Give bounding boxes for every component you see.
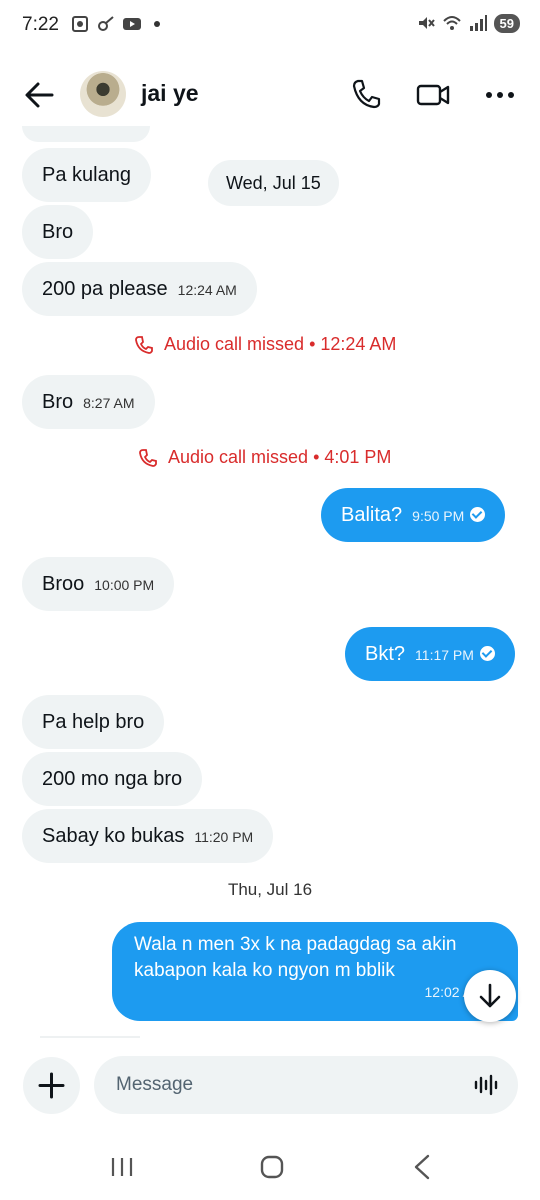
system-navigation-bar: [0, 1140, 540, 1200]
message-incoming[interactable]: Pa help bro: [22, 695, 165, 749]
message-time: 12:24 AM: [177, 282, 237, 298]
tool-icon: [98, 16, 114, 31]
home-icon[interactable]: [259, 1154, 285, 1180]
message-text: Bro: [42, 391, 74, 413]
more-options-icon[interactable]: [484, 82, 516, 108]
missed-call-icon: [139, 448, 157, 467]
mute-icon: [418, 17, 435, 29]
date-separator: Thu, Jul 16: [227, 880, 313, 899]
missed-call-icon: [135, 335, 153, 354]
message-outgoing[interactable]: Wala n men 3x k na padagdag sa akin kaba…: [112, 922, 518, 1021]
avatar[interactable]: [80, 71, 126, 117]
message-time: 11:20 PM: [194, 829, 254, 845]
message-text: Pa help bro: [42, 711, 145, 733]
message-incoming[interactable]: Broo 10:00 PM: [22, 557, 175, 611]
message-text: Bro: [42, 221, 74, 243]
divider: [40, 1036, 140, 1038]
message-time: 9:50 PM: [412, 508, 465, 524]
message-text: Pa kulang: [42, 164, 131, 186]
message-text: Balita?: [341, 504, 403, 526]
status-time: 7:22: [22, 14, 59, 35]
youtube-icon: [123, 18, 141, 30]
message-time: 11:17 PM: [415, 647, 474, 663]
notification-icons: [70, 14, 160, 34]
message-incoming[interactable]: Sabay ko bukas 11:20 PM: [22, 809, 274, 863]
video-camera-icon[interactable]: [416, 80, 450, 110]
message-outgoing[interactable]: Balita? 9:50 PM: [321, 488, 506, 542]
signal-icon: [469, 15, 487, 31]
missed-call-text: Audio call missed • 4:01 PM: [168, 447, 392, 467]
voice-message-icon[interactable]: [474, 1073, 500, 1097]
missed-call-notice[interactable]: Audio call missed • 4:01 PM: [138, 447, 391, 468]
message-text: 200 pa please: [42, 278, 168, 300]
message-text: 200 mo nga bro: [42, 768, 183, 790]
back-nav-icon[interactable]: [412, 1154, 432, 1180]
message-text: Sabay ko bukas: [42, 825, 185, 847]
message-placeholder: Message: [116, 1074, 194, 1095]
battery-indicator: 59: [493, 13, 520, 33]
message-incoming[interactable]: 200 pa please 12:24 AM: [22, 262, 257, 316]
more-notifications-dot: [154, 21, 160, 27]
conversation-header: jai ye: [0, 52, 540, 136]
status-bar: 7:22 59: [0, 0, 540, 52]
read-check-icon: [470, 507, 486, 523]
contact-name[interactable]: jai ye: [141, 80, 199, 107]
message-outgoing[interactable]: Bkt? 11:17 PM: [345, 627, 515, 681]
message-time: 10:00 PM: [94, 577, 155, 593]
partial-message-bubble: [22, 126, 150, 142]
message-text-line: Wala n men 3x k na padagdag sa akin: [134, 934, 457, 955]
message-time: 8:27 AM: [83, 395, 135, 411]
message-text: Bkt?: [365, 643, 406, 665]
system-icons: 59: [416, 13, 520, 33]
message-incoming[interactable]: Pa kulang: [22, 148, 151, 202]
message-text: Broo: [42, 573, 85, 595]
scroll-to-bottom-button[interactable]: [464, 970, 516, 1022]
missed-call-text: Audio call missed • 12:24 AM: [164, 334, 397, 354]
arrow-down-icon: [479, 983, 501, 1008]
message-incoming[interactable]: Bro: [22, 205, 94, 259]
message-input[interactable]: Message: [94, 1056, 518, 1114]
screenshot-icon: [72, 16, 88, 32]
phone-icon[interactable]: [350, 78, 382, 110]
message-incoming[interactable]: Bro 8:27 AM: [22, 375, 155, 429]
recents-icon[interactable]: [110, 1155, 134, 1179]
date-separator: Wed, Jul 15: [208, 160, 339, 206]
message-incoming[interactable]: 200 mo nga bro: [22, 752, 203, 806]
add-attachment-button[interactable]: [23, 1057, 80, 1114]
wifi-icon: [442, 16, 461, 30]
plus-icon: [38, 1072, 65, 1099]
missed-call-notice[interactable]: Audio call missed • 12:24 AM: [134, 334, 396, 355]
read-check-icon: [479, 646, 495, 662]
back-arrow-icon[interactable]: [22, 78, 56, 112]
